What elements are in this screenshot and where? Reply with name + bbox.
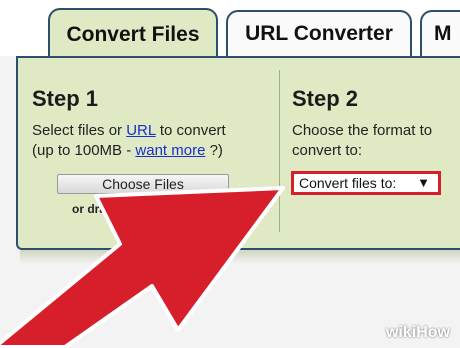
step2-title: Step 2 <box>292 86 359 111</box>
step2-line1: Choose the format to <box>292 122 433 139</box>
step1-instructions: Select files or URL to convert (up to 10… <box>32 121 226 161</box>
step1-line2-prefix: (up to 100MB - <box>32 142 136 159</box>
dropdown-arrow-icon: ▼ <box>417 175 430 190</box>
step1-title: Step 1 <box>32 86 99 111</box>
wikihow-watermark: wikiHow <box>385 324 450 341</box>
step2-line2: convert to: <box>292 142 363 159</box>
step-divider <box>279 70 280 232</box>
tab-bar: Convert Files URL Converter M <box>0 0 460 60</box>
tab-convert-files[interactable]: Convert Files <box>48 8 218 60</box>
tab-url-converter[interactable]: URL Converter <box>226 10 412 56</box>
tab-partial[interactable]: M <box>420 10 460 56</box>
choose-files-button[interactable]: Choose Files <box>57 174 229 194</box>
step1-line1-prefix: Select files or <box>32 122 127 139</box>
format-select-value: Convert files to: <box>299 175 397 191</box>
url-link[interactable]: URL <box>126 122 155 139</box>
step1-line1-suffix: to convert <box>155 122 226 139</box>
choose-files-label: Choose Files <box>102 176 184 192</box>
tab-partial-label: M <box>434 22 452 45</box>
panel-shadow <box>20 250 460 264</box>
tab-convert-files-label: Convert Files <box>66 23 200 46</box>
tab-url-converter-label: URL Converter <box>245 22 393 45</box>
want-more-link[interactable]: want more <box>135 142 205 159</box>
format-select[interactable]: Convert files to: ▼ <box>291 171 441 195</box>
step2-instructions: Choose the format to convert to: <box>292 121 432 161</box>
drag-drop-hint: or drag and <box>72 202 139 216</box>
step1-line2-suffix: ?) <box>205 142 223 159</box>
